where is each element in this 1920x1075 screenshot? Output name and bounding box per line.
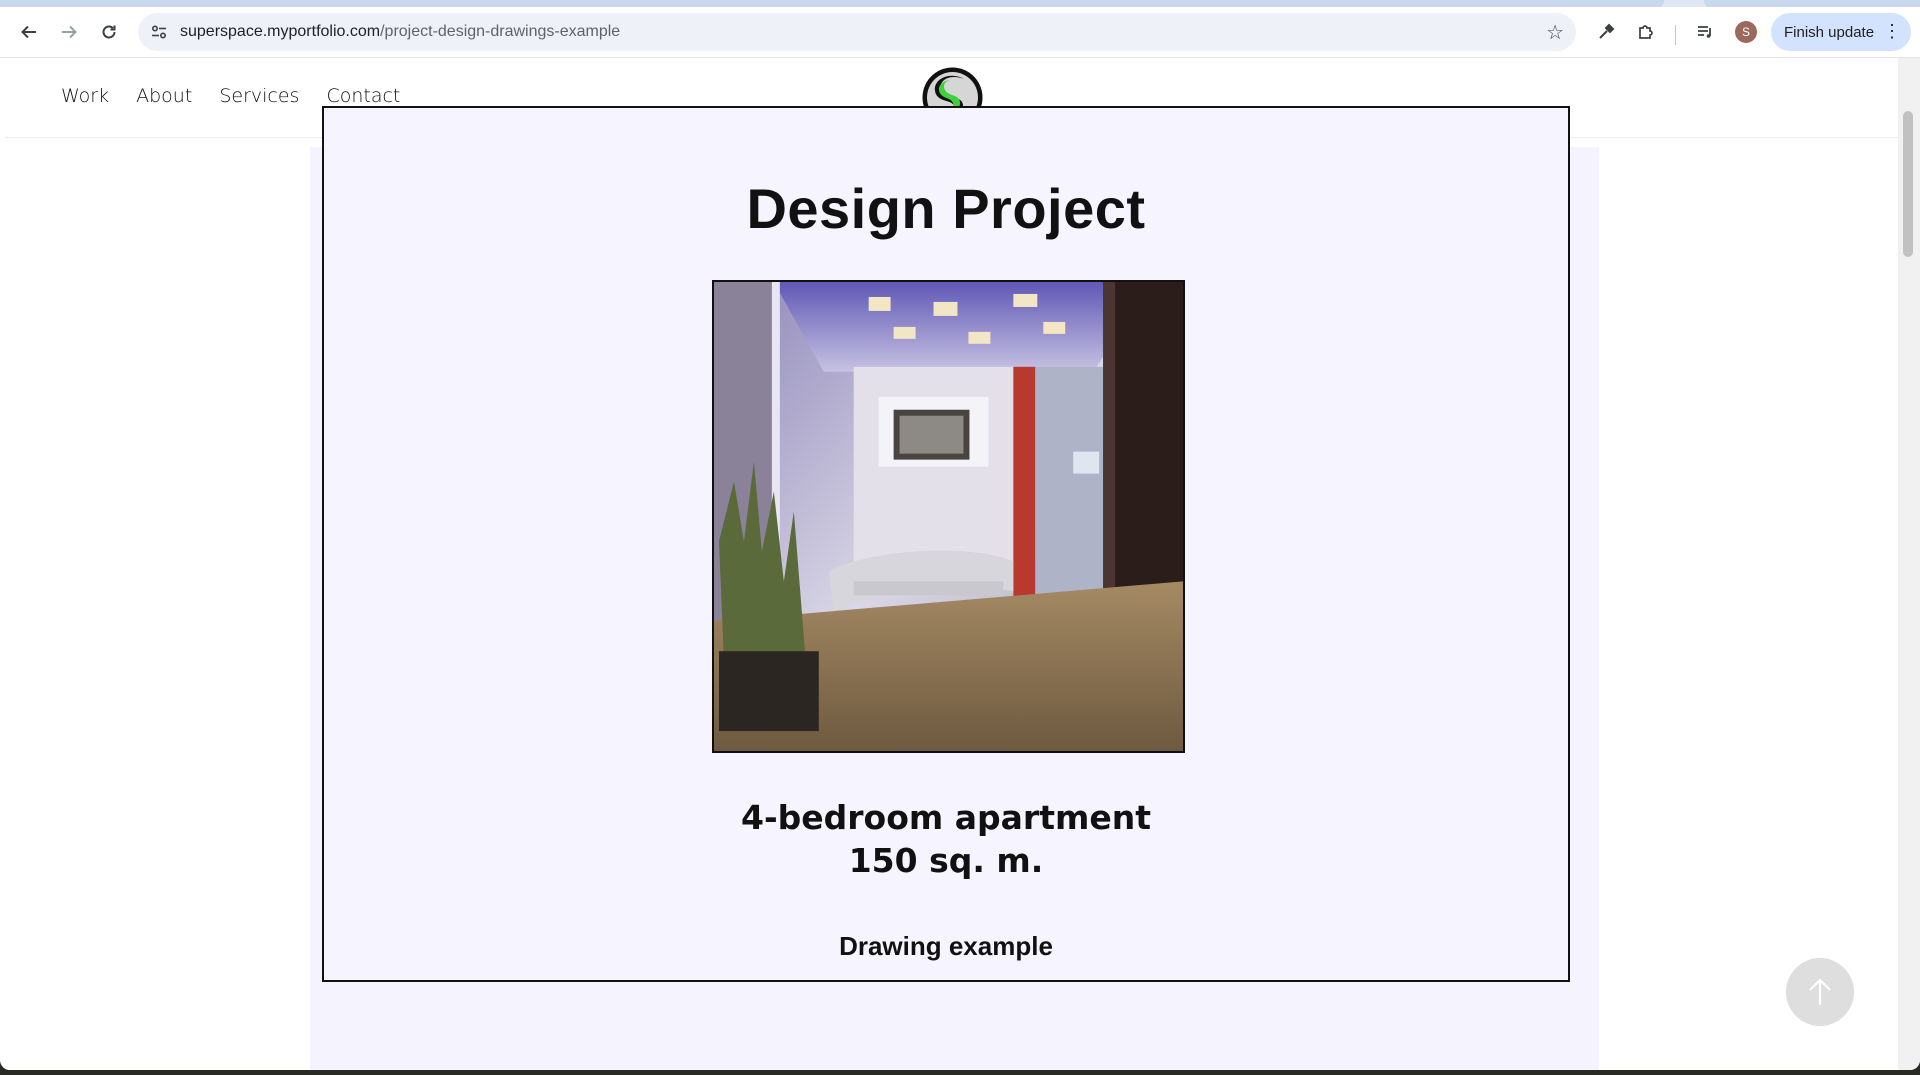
back-button[interactable] [13,16,45,48]
browser-toolbar: superspace.myportfolio.com/project-desig… [0,7,1920,58]
finish-update-button[interactable]: Finish update ⋮ [1771,13,1911,51]
arrow-up-icon [1809,978,1831,1005]
address-bar[interactable]: superspace.myportfolio.com/project-desig… [138,13,1576,51]
media-controls-button[interactable] [1689,16,1721,48]
nav-link-work[interactable]: Work [61,85,109,107]
section-heading: Drawing example [839,931,1053,961]
apartment-rendering-image [712,280,1185,753]
extensions-button[interactable] [1630,16,1662,48]
puzzle-icon [1639,25,1653,39]
star-icon[interactable]: ☆ [1546,20,1564,45]
browser-window: superspace.myportfolio.com/project-desig… [0,0,1920,1070]
url-host: superspace.myportfolio.com [180,23,381,40]
tune-icon[interactable] [148,21,170,43]
url-path: /project-design-drawings-example [380,23,621,40]
toolbar-divider [1675,25,1676,45]
nav-link-about[interactable]: About [136,85,192,107]
project-card: Design Project 4-bedroom apartment 150 s… [322,106,1570,982]
back-to-top-button[interactable] [1786,958,1854,1026]
scrollbar-thumb[interactable] [1903,111,1913,257]
more-vert-icon[interactable]: ⋮ [1883,21,1901,42]
eyedropper-icon [1599,23,1615,39]
url-text[interactable]: superspace.myportfolio.com/project-desig… [180,23,620,41]
forward-button[interactable] [53,16,85,48]
finish-update-label: Finish update [1784,23,1875,41]
queue-music-icon [1698,26,1711,38]
reload-button[interactable] [93,16,125,48]
arrow-left-icon [21,25,36,39]
page-title: Design Project [746,177,1146,240]
inactive-tab[interactable] [1704,0,1920,7]
reload-icon [102,25,116,39]
nav-link-contact[interactable]: Contact [326,85,400,107]
nav-link-services[interactable]: Services [219,85,299,107]
tab-strip [0,0,1920,7]
eyedropper-extension-button[interactable] [1590,16,1622,48]
arrow-right-icon [62,25,77,39]
profile-avatar[interactable]: S [1735,21,1757,43]
main-nav: Work About Services Contact [61,85,400,107]
active-tab[interactable] [0,0,1664,7]
apartment-area: 150 sq. m. [848,841,1044,880]
apartment-type: 4-bedroom apartment [740,798,1152,837]
project-subtitle: 4-bedroom apartment 150 sq. m. [324,796,1568,882]
